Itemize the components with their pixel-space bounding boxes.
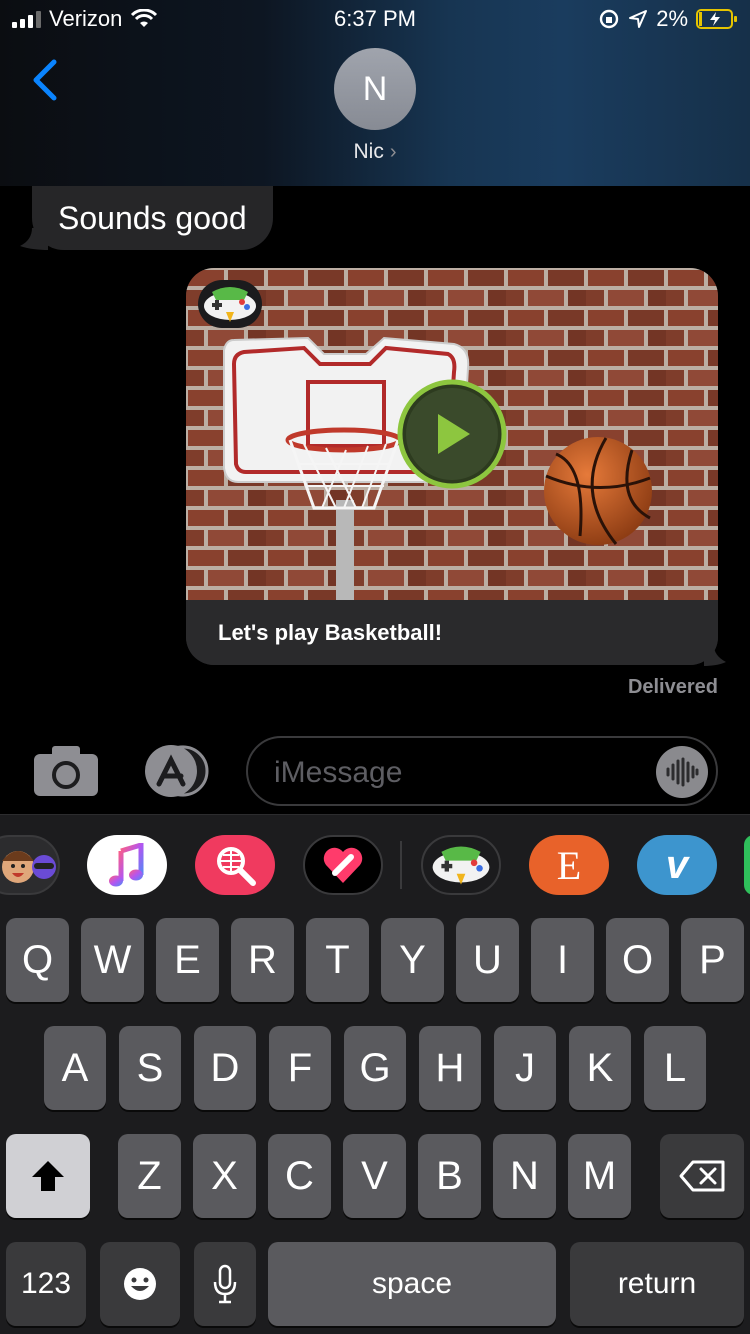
key-t[interactable]: T [306, 918, 369, 1002]
status-bar: Verizon 6:37 PM 2% [0, 0, 750, 40]
key-j[interactable]: J [494, 1026, 556, 1110]
waveform-icon [666, 757, 699, 787]
shift-key[interactable] [6, 1134, 90, 1218]
key-m[interactable]: M [568, 1134, 631, 1218]
key-p[interactable]: P [681, 918, 744, 1002]
bubble-tail [20, 228, 48, 250]
key-l[interactable]: L [644, 1026, 706, 1110]
image-search-app[interactable] [195, 835, 275, 895]
microphone-icon [213, 1264, 237, 1304]
etsy-app[interactable]: E [529, 835, 609, 895]
conversation-header: Verizon 6:37 PM 2% N Nic › [0, 0, 750, 186]
apple-music-app[interactable] [87, 835, 167, 895]
key-o[interactable]: O [606, 918, 669, 1002]
battery-percent: 2% [656, 6, 688, 31]
heart-touch-icon [323, 847, 363, 883]
key-w[interactable]: W [81, 918, 144, 1002]
incoming-message-text: Sounds good [58, 199, 247, 236]
key-k[interactable]: K [569, 1026, 631, 1110]
game-pigeon-app[interactable] [421, 835, 501, 895]
emoji-key[interactable] [100, 1242, 180, 1326]
keyboard: QWERTYUIOP ASDFGHJKL ZXCVBNM 123 space r… [0, 904, 750, 1334]
key-h[interactable]: H [419, 1026, 481, 1110]
key-y[interactable]: Y [381, 918, 444, 1002]
game-pigeon-icon [432, 846, 490, 885]
venmo-app[interactable]: V [637, 835, 717, 895]
delete-key[interactable] [660, 1134, 744, 1218]
dictation-key[interactable] [194, 1242, 256, 1326]
space-key[interactable]: space [268, 1242, 556, 1326]
battery-charging-icon [696, 9, 737, 29]
game-pigeon-icon [204, 287, 256, 322]
shift-arrow-icon [32, 1161, 64, 1191]
card-caption[interactable]: Let's play Basketball! [186, 600, 718, 665]
contact-name-button[interactable]: Nic › [0, 140, 750, 164]
music-note-icon [109, 843, 144, 887]
chevron-right-icon: › [389, 141, 397, 163]
key-f[interactable]: F [269, 1026, 331, 1110]
contact-avatar[interactable]: N [334, 48, 416, 130]
key-z[interactable]: Z [118, 1134, 181, 1218]
key-u[interactable]: U [456, 918, 519, 1002]
backspace-icon [679, 1160, 725, 1192]
location-icon [629, 10, 648, 28]
orientation-lock-icon [600, 9, 619, 29]
imessage-placeholder: iMessage [274, 756, 403, 789]
delivery-status: Delivered [627, 676, 718, 698]
app-drawer: E V [0, 814, 750, 904]
key-i[interactable]: I [531, 918, 594, 1002]
key-n[interactable]: N [493, 1134, 556, 1218]
key-g[interactable]: G [344, 1026, 406, 1110]
smiley-icon [124, 1268, 156, 1300]
key-d[interactable]: D [194, 1026, 256, 1110]
game-message-card[interactable]: Let's play Basketball! [186, 268, 718, 665]
key-c[interactable]: C [268, 1134, 331, 1218]
venmo-logo-icon: V [665, 842, 689, 887]
drawer-divider [400, 841, 402, 889]
key-q[interactable]: Q [6, 918, 69, 1002]
numbers-key[interactable]: 123 [6, 1242, 86, 1326]
contact-name: Nic [353, 140, 384, 163]
return-key[interactable]: return [570, 1242, 744, 1326]
key-e[interactable]: E [156, 918, 219, 1002]
card-caption-text: Let's play Basketball! [218, 619, 443, 645]
partial-app[interactable] [744, 835, 750, 895]
memoji-stickers-app[interactable] [0, 835, 60, 895]
key-a[interactable]: A [44, 1026, 106, 1110]
key-x[interactable]: X [193, 1134, 256, 1218]
incoming-message-bubble[interactable]: Sounds good [32, 186, 273, 250]
digital-touch-app[interactable] [303, 835, 383, 895]
camera-icon[interactable] [34, 746, 98, 796]
key-r[interactable]: R [231, 918, 294, 1002]
bubble-tail [704, 646, 726, 666]
key-s[interactable]: S [119, 1026, 181, 1110]
etsy-logo-icon: E [556, 842, 582, 888]
audio-message-button[interactable] [656, 746, 708, 798]
key-v[interactable]: V [343, 1134, 406, 1218]
basketball-game-preview[interactable] [186, 268, 718, 600]
magnifier-globe-icon [217, 847, 256, 886]
app-store-icon[interactable] [141, 744, 209, 798]
game-pigeon-badge [198, 280, 262, 328]
memoji-icon [2, 851, 56, 883]
back-chevron-icon[interactable] [26, 56, 66, 104]
key-b[interactable]: B [418, 1134, 481, 1218]
imessage-input[interactable]: iMessage [246, 736, 718, 806]
avatar-initial: N [362, 69, 388, 108]
